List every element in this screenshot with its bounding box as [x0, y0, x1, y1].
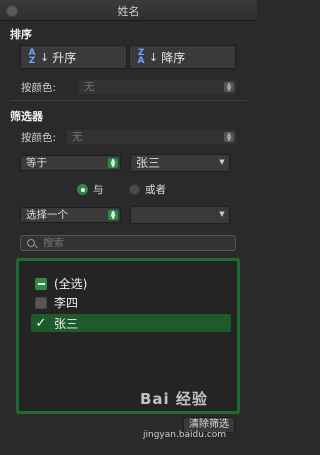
search-input[interactable]: 搜索: [20, 235, 236, 251]
chevron-updown-icon: ▲ ▼: [108, 210, 118, 221]
sort-descending-icon: ZA: [137, 48, 145, 66]
chevron-down-icon: ▼: [219, 158, 225, 166]
filter-color-label: 按颜色:: [21, 132, 57, 144]
condition2-operator-value: 选择一个: [26, 209, 68, 221]
search-icon: [27, 239, 35, 247]
chevron-down-icon: ▼: [219, 210, 225, 218]
radio-or-label: 或者: [145, 184, 166, 196]
sort-color-label: 按颜色:: [21, 82, 57, 94]
filter-heading: 筛选器: [10, 110, 43, 123]
radio-or[interactable]: 或者: [129, 182, 166, 197]
sort-ascending-icon: AZ: [28, 48, 36, 66]
chevron-updown-icon: ▲ ▼: [108, 158, 118, 169]
condition1-value: 张三: [136, 156, 161, 170]
chevron-updown-icon: ▲ ▼: [224, 82, 234, 93]
sort-heading: 排序: [10, 28, 32, 41]
sort-ascending-label: 升序: [52, 50, 77, 65]
condition1-operator-select[interactable]: 等于 ▲ ▼: [20, 155, 121, 171]
list-item-lisi[interactable]: 李四: [35, 294, 78, 311]
checkmark-icon: ✓: [35, 315, 47, 331]
sort-descending-label: 降序: [161, 50, 186, 65]
condition2-operator-select[interactable]: 选择一个 ▲ ▼: [20, 207, 121, 223]
title-bar: 姓名: [0, 0, 257, 21]
watermark-logo: Bai 经验: [140, 390, 208, 408]
list-item-zhangsan[interactable]: ✓ 张三: [31, 314, 231, 332]
sort-color-select[interactable]: 无 ▲ ▼: [78, 79, 237, 95]
list-item-label: 张三: [54, 316, 79, 331]
checkbox-mixed-icon: [35, 277, 47, 290]
radio-and-label: 与: [93, 184, 104, 196]
divider: [10, 100, 247, 101]
sort-ascending-button[interactable]: AZ ↓ 升序: [20, 45, 127, 69]
list-item-label: 李四: [54, 296, 79, 310]
filter-color-value: 无: [72, 131, 83, 143]
condition1-operator-value: 等于: [26, 157, 47, 169]
list-item-label: (全选): [54, 277, 88, 291]
radio-and[interactable]: 与: [77, 182, 104, 197]
chevron-updown-icon: ▲ ▼: [224, 132, 234, 143]
arrow-down-icon: ↓: [149, 50, 159, 64]
condition2-value-combo[interactable]: ▼: [130, 206, 230, 224]
filter-color-select[interactable]: 无 ▲ ▼: [66, 129, 237, 145]
radio-unselected-icon: [129, 184, 140, 195]
watermark-url: jingyan.baidu.com: [143, 430, 227, 440]
list-item-select-all[interactable]: (全选): [35, 275, 87, 292]
condition1-value-combo[interactable]: 张三 ▼: [130, 154, 230, 172]
radio-selected-icon: [77, 184, 88, 195]
sort-color-value: 无: [84, 81, 95, 93]
window-title: 姓名: [117, 5, 140, 18]
search-placeholder: 搜索: [43, 237, 64, 249]
sort-descending-button[interactable]: ZA ↓ 降序: [129, 45, 236, 69]
arrow-down-icon: ↓: [40, 50, 50, 64]
checkbox-empty-icon: [35, 296, 47, 309]
